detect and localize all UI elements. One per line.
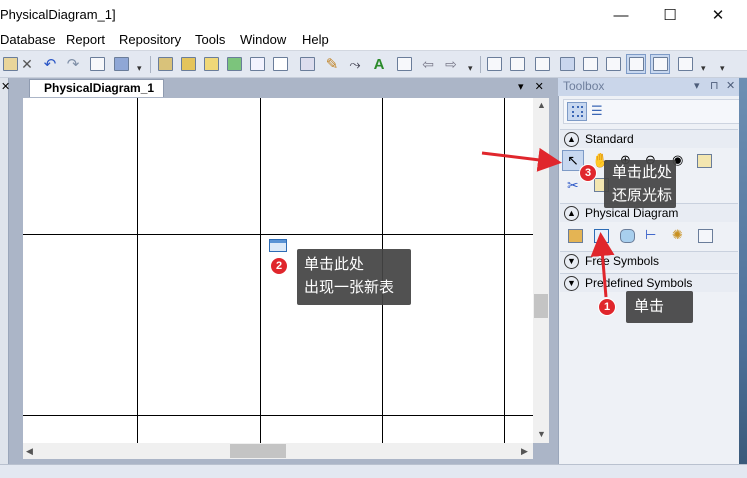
callout-step1: 单击 (626, 291, 693, 323)
callout-step2-line2: 出现一张新表 (304, 279, 395, 296)
step1-badge: 1 (598, 298, 616, 316)
arrow-to-table-tool (590, 232, 615, 298)
callout-step3-line2: 还原光标 (612, 187, 673, 204)
arrow-to-pointer (481, 147, 562, 172)
callout-step2-line1: 单击此处 (304, 256, 365, 273)
callout-step3: 单击此处 还原光标 (604, 160, 676, 208)
callout-step3-line1: 单击此处 (612, 164, 673, 181)
step2-badge: 2 (270, 257, 288, 275)
annotation-arrows (481, 147, 615, 298)
callout-step2: 单击此处 出现一张新表 (297, 249, 411, 305)
callout-step1-text: 单击 (634, 298, 665, 315)
step3-badge: 3 (579, 164, 597, 182)
